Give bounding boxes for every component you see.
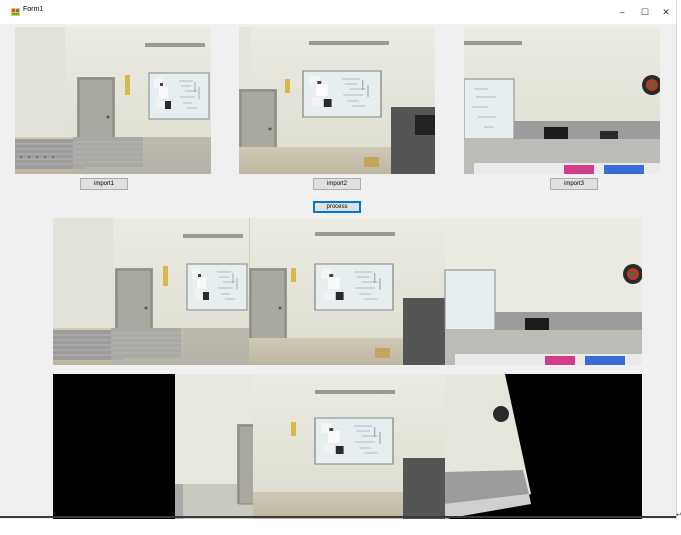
maximize-button[interactable]: ☐: [635, 3, 655, 21]
resize-corner-icon: ↵: [676, 512, 681, 519]
window-title: Form1: [23, 6, 44, 13]
office-photo-1: [15, 27, 211, 174]
office-photo-3: [464, 27, 660, 174]
office-photo-2: [239, 27, 435, 174]
import1-button[interactable]: import1: [80, 178, 128, 190]
picture-box-1: [15, 27, 211, 174]
import3-button[interactable]: import3: [550, 178, 598, 190]
minimize-button[interactable]: –: [612, 3, 632, 21]
title-bar[interactable]: Form1 – ☐ ✕: [0, 0, 676, 24]
stitched-panorama-picture: [53, 218, 642, 365]
warped-panorama-photo: [53, 374, 642, 519]
picture-box-3: [464, 27, 660, 174]
panorama-photo: [53, 218, 642, 365]
close-icon: ✕: [662, 6, 670, 17]
picture-box-2: [239, 27, 435, 174]
minimize-icon: –: [619, 7, 625, 17]
form-app-icon: [11, 8, 20, 16]
process-button[interactable]: process: [313, 201, 361, 213]
warped-panorama-picture: [53, 374, 642, 519]
close-button[interactable]: ✕: [656, 3, 676, 21]
maximize-icon: ☐: [640, 6, 650, 17]
main-window: Form1 – ☐ ✕ import1 import2 import3 proc…: [0, 0, 677, 519]
import2-button[interactable]: import2: [313, 178, 361, 190]
bottom-border: [0, 516, 676, 518]
